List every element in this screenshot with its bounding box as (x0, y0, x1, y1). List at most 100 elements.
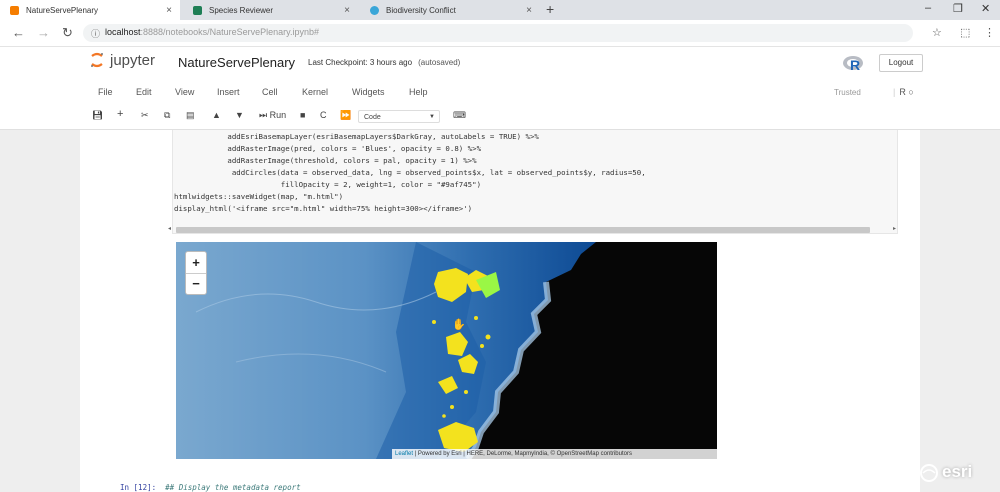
observation-point (432, 320, 436, 324)
save-icon[interactable]: 💾︎ (92, 110, 103, 121)
jupyter-wordmark: jupyter (110, 52, 156, 69)
scroll-left-icon[interactable]: ◂ (168, 225, 171, 232)
checkpoint-status: Last Checkpoint: 3 hours ago (autosaved) (308, 58, 460, 67)
back-icon[interactable]: ← (12, 25, 25, 40)
hand-cursor-icon: ✋ (452, 319, 466, 331)
cell-prompt: In [12]: (120, 483, 157, 492)
paste-icon[interactable]: ▤ (186, 110, 195, 121)
cell-type-select[interactable]: Code ▼ (358, 110, 440, 123)
horizontal-scrollbar[interactable] (176, 227, 870, 233)
observation-point (480, 344, 484, 348)
cut-icon[interactable]: ✂ (141, 110, 149, 121)
menu-help[interactable]: Help (409, 87, 428, 97)
code-line: addRasterImage(pred, colors = 'Blues', o… (174, 144, 482, 153)
next-code-cell[interactable]: In [12]: ## Display the metadata report (120, 483, 301, 492)
menu-kernel[interactable]: Kernel (302, 87, 328, 97)
globe-favicon-icon (370, 5, 379, 15)
observation-point (442, 414, 446, 418)
code-line: display_html('<iframe src="m.html" width… (174, 204, 473, 213)
logout-button[interactable]: Logout (879, 54, 923, 72)
url-host: localhost (105, 27, 141, 37)
browser-menu-icon[interactable]: ⋮ (984, 26, 995, 39)
command-palette-icon[interactable]: ⌨ (453, 110, 466, 121)
url-field[interactable]: ⓘ localhost:8888/notebooks/NatureServePl… (83, 24, 913, 42)
tab-close-icon[interactable]: × (526, 5, 532, 16)
maximize-icon[interactable]: ❐ (953, 2, 963, 15)
jupyter-logo[interactable]: jupyter (90, 51, 160, 71)
code-line: addCircles(data = observed_data, lng = o… (174, 168, 646, 177)
url-path: :8888/notebooks/NatureServePlenary.ipynb… (140, 27, 319, 37)
code-comment: ## Display the metadata report (165, 483, 301, 492)
interrupt-icon[interactable]: ■ (300, 110, 305, 120)
species-favicon-icon (193, 5, 202, 15)
new-tab-icon[interactable]: + (546, 1, 554, 17)
observation-point (464, 390, 468, 394)
code-line: addRasterImage(threshold, colors = pal, … (174, 156, 477, 165)
separator: | (893, 87, 896, 97)
jupyter-favicon-icon (10, 5, 19, 15)
menu-insert[interactable]: Insert (217, 87, 240, 97)
menu-edit[interactable]: Edit (136, 87, 152, 97)
restart-run-all-icon[interactable]: ⏩ (340, 110, 351, 121)
tab-species-reviewer[interactable]: Species Reviewer × (183, 0, 358, 20)
bookmark-star-icon[interactable]: ☆ (932, 26, 942, 39)
tab-biodiversity-conflict[interactable]: Biodiversity Conflict × (360, 0, 540, 20)
zoom-control: + − (185, 251, 207, 295)
move-up-icon[interactable]: ▲ (212, 110, 221, 120)
insert-cell-icon[interactable]: + (117, 108, 123, 120)
jupyter-logo-icon (91, 52, 103, 68)
checkpoint-text: Last Checkpoint: 3 hours ago (308, 58, 413, 67)
notebook-toolbar: 💾︎ + ✂ ⧉ ▤ ▲ ▼ ⏭ Run ■ C ⏩ ⌨ (0, 108, 1000, 124)
tab-close-icon[interactable]: × (166, 5, 172, 16)
menu-file[interactable]: File (98, 87, 113, 97)
leaflet-link[interactable]: Leaflet (395, 451, 413, 457)
code-line: htmlwidgets::saveWidget(map, "m.html") (174, 192, 344, 201)
esri-wordmark: esri (942, 462, 973, 481)
notebook-title[interactable]: NatureServePlenary (178, 55, 295, 70)
esri-globe-icon (920, 464, 938, 482)
kernel-name: R (899, 87, 906, 97)
observation-point (485, 334, 491, 340)
menu-widgets[interactable]: Widgets (352, 87, 385, 97)
menu-view[interactable]: View (175, 87, 194, 97)
tab-title: NatureServePlenary (26, 5, 99, 15)
run-button[interactable]: ⏭ Run (259, 110, 286, 121)
observation-point (474, 316, 478, 320)
tab-title: Biodiversity Conflict (386, 5, 456, 15)
address-bar: ← → ↻ ⓘ localhost:8888/notebooks/NatureS… (0, 20, 1000, 47)
attribution-text: | Powered by Esri | HERE, DeLorme, Mapmy… (413, 451, 632, 457)
run-label: Run (269, 110, 287, 120)
close-window-icon[interactable]: ✕ (981, 2, 990, 15)
zoom-out-button[interactable]: − (186, 273, 206, 294)
code-line: addEsriBasemapLayer(esriBasemapLayers$Da… (174, 132, 539, 141)
browser-tab-strip: NatureServePlenary × Species Reviewer × … (0, 0, 1000, 20)
autosaved-text: (autosaved) (418, 58, 461, 67)
r-kernel-letter: R (850, 57, 860, 73)
menu-cell[interactable]: Cell (262, 87, 278, 97)
forward-icon[interactable]: → (37, 25, 50, 40)
leaflet-map[interactable] (176, 242, 717, 459)
move-down-icon[interactable]: ▼ (235, 110, 244, 120)
url-text: localhost:8888/notebooks/NatureServePlen… (105, 27, 319, 37)
tab-title: Species Reviewer (209, 5, 274, 15)
kernel-idle-icon: ○ (908, 87, 914, 97)
tab-naturserveplenary[interactable]: NatureServePlenary × (0, 0, 180, 20)
extension-icon[interactable]: ⬚ (960, 26, 970, 39)
zoom-in-button[interactable]: + (186, 252, 206, 274)
restart-icon[interactable]: C (320, 110, 327, 120)
map-canvas (176, 242, 717, 459)
copy-icon[interactable]: ⧉ (164, 110, 170, 121)
scroll-right-icon[interactable]: ▸ (893, 225, 896, 232)
trusted-indicator[interactable]: Trusted (834, 88, 861, 97)
map-attribution: Leaflet | Powered by Esri | HERE, DeLorm… (392, 449, 717, 459)
chevron-down-icon: ▼ (429, 114, 435, 120)
kernel-indicator: | R ○ (893, 87, 914, 97)
esri-watermark: esri (920, 462, 988, 484)
run-icon: ⏭ (259, 110, 268, 120)
reload-icon[interactable]: ↻ (62, 25, 73, 41)
minimize-icon[interactable]: – (925, 2, 931, 14)
tab-close-icon[interactable]: × (344, 5, 350, 16)
cell-type-value: Code (364, 114, 381, 121)
code-line: fillOpacity = 2, weight=1, color = "#9af… (174, 180, 482, 189)
info-icon: ⓘ (91, 29, 101, 39)
